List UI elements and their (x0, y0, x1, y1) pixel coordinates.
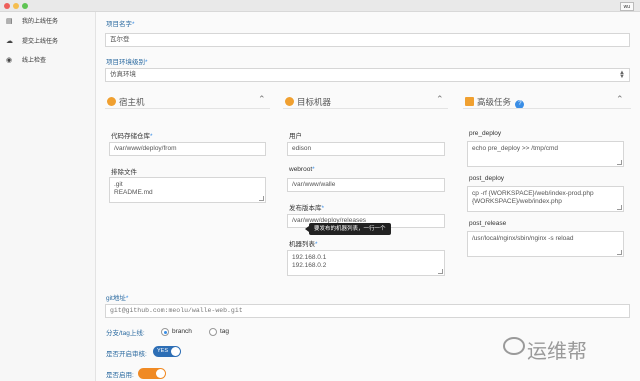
list-icon: ▤ (6, 18, 13, 25)
wechat-icon (503, 337, 525, 355)
sidebar-item-my-tasks[interactable]: ▤ 我的上线任务 (0, 14, 96, 30)
env-level-select[interactable]: 仿真环境 ▲ ▼ (105, 68, 630, 82)
tag-radio[interactable] (209, 328, 217, 336)
sidebar-item-online-check[interactable]: ◉ 线上检查 (0, 53, 96, 69)
audit-toggle[interactable]: YES (153, 346, 181, 357)
repo-label: 代码存储仓库* (111, 133, 153, 140)
project-name-label: 项目名字* (106, 21, 135, 28)
cloud-upload-icon (285, 97, 294, 106)
advanced-panel-collapse-icon[interactable]: ⌃ (616, 94, 624, 105)
toggle-knob (156, 369, 165, 378)
toggle-knob (171, 347, 180, 356)
tasks-icon (465, 97, 474, 106)
exclude-label: 排除文件 (111, 169, 137, 176)
post-deploy-textarea[interactable]: cp -rf {WORKSPACE}/web/index-prod.php {W… (467, 186, 624, 212)
user-label: 用户 (289, 133, 302, 140)
releases-label: 发布版本库* (289, 205, 325, 212)
target-panel-title: 目标机器 (285, 96, 331, 108)
sidebar: ▤ 我的上线任务 ☁ 提交上线任务 ◉ 线上检查 (0, 12, 96, 381)
env-level-value: 仿真环境 (110, 71, 136, 78)
audit-toggle-text: YES (157, 348, 169, 354)
sidebar-item-label: 我的上线任务 (22, 19, 59, 25)
target-panel-collapse-icon[interactable]: ⌃ (436, 94, 444, 105)
branch-radio[interactable] (161, 328, 169, 336)
upload-icon: ☁ (6, 38, 13, 45)
webroot-input[interactable]: /var/www/walle (287, 178, 445, 192)
user-badge[interactable]: wu (619, 2, 634, 11)
project-config-form: 项目名字* 瓦尔登 项目环境级别* 仿真环境 ▲ ▼ 宿主机 ⌃ 代码存储仓库* … (96, 12, 640, 381)
pre-deploy-label: pre_deploy (469, 130, 502, 137)
watermark-text: 运维帮 (527, 341, 587, 363)
audit-label: 是否开启审核: (106, 351, 147, 358)
project-name-input[interactable]: 瓦尔登 (105, 33, 630, 47)
host-panel-collapse-icon[interactable]: ⌃ (258, 94, 266, 105)
minimize-window-button[interactable] (13, 3, 19, 9)
eye-icon: ◉ (6, 57, 13, 64)
machines-tooltip: 要发布的机器列表，一行一个 (305, 223, 391, 235)
branch-tag-label: 分支/tag上线: (106, 330, 145, 337)
sidebar-item-submit-task[interactable]: ☁ 提交上线任务 (0, 34, 96, 50)
maximize-window-button[interactable] (22, 3, 28, 9)
tag-radio-label: tag (220, 328, 230, 335)
git-url-label: git地址* (106, 295, 129, 302)
divider (105, 108, 270, 109)
post-release-label: post_release (469, 220, 507, 227)
machines-textarea[interactable]: 192.168.0.1 192.168.0.2 (287, 250, 445, 276)
env-level-label: 项目环境级别* (106, 59, 148, 66)
sidebar-item-label: 提交上线任务 (22, 39, 59, 45)
divider (283, 108, 448, 109)
window-titlebar: wu (0, 0, 640, 12)
post-release-textarea[interactable]: /usr/local/nginx/sbin/nginx -s reload (467, 231, 624, 257)
webroot-label: webroot* (289, 166, 315, 173)
close-window-button[interactable] (4, 3, 10, 9)
divider (463, 108, 631, 109)
sidebar-item-label: 线上检查 (22, 58, 47, 64)
machines-label: 机器列表* (289, 241, 318, 248)
host-icon (107, 97, 116, 106)
exclude-textarea[interactable]: .git README.md (109, 177, 266, 203)
pre-deploy-textarea[interactable]: echo pre_deploy >> /tmp/cmd (467, 141, 624, 167)
enabled-toggle[interactable] (138, 368, 166, 379)
enabled-label: 是否启用: (106, 372, 134, 379)
git-url-input[interactable]: git@github.com:meolu/walle-web.git (105, 304, 630, 318)
repo-input[interactable]: /var/www/deploy/from (109, 142, 266, 156)
user-input[interactable]: edison (287, 142, 445, 156)
host-panel-title: 宿主机 (107, 96, 145, 108)
select-arrows-icon: ▲ ▼ (619, 70, 625, 80)
branch-radio-label: branch (172, 328, 192, 335)
post-deploy-label: post_deploy (469, 175, 505, 182)
